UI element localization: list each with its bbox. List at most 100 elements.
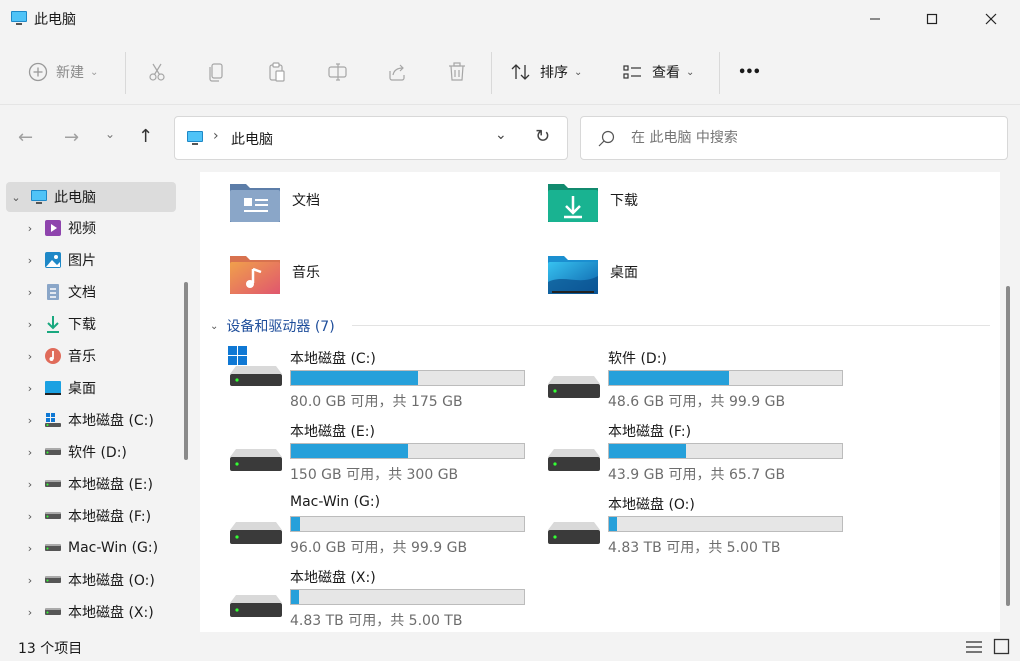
chevron-right-icon[interactable]: ›: [22, 574, 38, 587]
window-title: 此电脑: [34, 12, 76, 28]
drive-name: 本地磁盘 (C:): [290, 351, 376, 367]
view-button[interactable]: 查看 ⌄: [622, 40, 694, 104]
devices-section-header[interactable]: ⌄ 设备和驱动器 (7): [210, 316, 335, 336]
address-path[interactable]: 此电脑: [231, 129, 273, 149]
chevron-right-icon[interactable]: ›: [22, 510, 38, 523]
search-input[interactable]: [629, 126, 993, 150]
chevron-right-icon[interactable]: ›: [22, 350, 38, 363]
sidebar-item[interactable]: › 本地磁盘 (E:): [6, 469, 176, 499]
arrow-right-icon: →: [64, 127, 80, 148]
folder-documents[interactable]: 文档: [228, 180, 320, 224]
drive-icon: [546, 508, 602, 556]
recent-locations-button[interactable]: ⌄: [105, 127, 115, 141]
sidebar-item-label: Mac-Win (G:): [68, 540, 159, 556]
details-view-icon[interactable]: [965, 639, 983, 655]
drive-tile[interactable]: 软件 (D:) 48.6 GB 可用，共 99.9 GB: [518, 348, 843, 412]
folder-desktop[interactable]: 桌面: [546, 252, 638, 296]
sort-button[interactable]: 排序 ⌄: [510, 40, 582, 104]
devices-header-label: 设备和驱动器 (7): [226, 319, 335, 335]
sidebar-item-label: 文档: [68, 285, 96, 301]
chevron-down-icon: ⌄: [574, 66, 583, 78]
drive-usage-bar: [608, 516, 843, 532]
drive-usage-fill: [291, 444, 408, 458]
drive-usage-bar: [290, 589, 525, 605]
chevron-right-icon[interactable]: ›: [22, 318, 38, 331]
tiles-view-icon[interactable]: [993, 638, 1011, 656]
sidebar-scrollbar[interactable]: [184, 282, 188, 460]
sidebar-item[interactable]: › 本地磁盘 (C:): [6, 405, 176, 435]
drive-usage-bar: [290, 370, 525, 386]
address-dropdown-button[interactable]: ⌄: [495, 127, 507, 143]
folder-downloads[interactable]: 下载: [546, 180, 638, 224]
drive-tile[interactable]: 本地磁盘 (C:) 80.0 GB 可用，共 175 GB: [200, 346, 525, 412]
sidebar-item[interactable]: › 图片: [6, 245, 176, 275]
more-button[interactable]: •••: [738, 40, 761, 104]
new-button[interactable]: 新建 ⌄: [28, 40, 98, 104]
drive-tile[interactable]: Mac-Win (G:) 96.0 GB 可用，共 99.9 GB: [200, 494, 525, 558]
paste-button[interactable]: [267, 40, 287, 104]
chevron-right-icon[interactable]: ›: [22, 286, 38, 299]
chevron-down-icon[interactable]: ⌄: [8, 191, 24, 204]
sidebar-item[interactable]: › 桌面: [6, 373, 176, 403]
up-button[interactable]: ↑: [138, 126, 153, 147]
drive-icon: [44, 603, 62, 621]
drive-icon: [44, 571, 62, 589]
drive-icon: [44, 507, 62, 525]
sidebar-item[interactable]: › 本地磁盘 (X:): [6, 597, 176, 627]
close-button[interactable]: [962, 0, 1020, 38]
sidebar-item[interactable]: › 视频: [6, 213, 176, 243]
chevron-right-icon[interactable]: ›: [22, 446, 38, 459]
maximize-icon: [926, 13, 938, 25]
drive-free-space: 80.0 GB 可用，共 175 GB: [290, 394, 463, 410]
drive-tile[interactable]: 本地磁盘 (E:) 150 GB 可用，共 300 GB: [200, 421, 525, 485]
drive-tile[interactable]: 本地磁盘 (X:) 4.83 TB 可用，共 5.00 TB: [200, 567, 525, 631]
drive-usage-fill: [291, 517, 301, 531]
drive-tile[interactable]: 本地磁盘 (F:) 43.9 GB 可用，共 65.7 GB: [518, 421, 843, 485]
copy-button[interactable]: [207, 40, 227, 104]
chevron-right-icon[interactable]: ›: [22, 382, 38, 395]
delete-button[interactable]: [447, 40, 467, 104]
folder-music[interactable]: 音乐: [228, 252, 320, 296]
chevron-right-icon[interactable]: ›: [22, 606, 38, 619]
drive-usage-fill: [291, 371, 418, 385]
status-bar: 13 个项目: [0, 632, 1020, 661]
rename-button[interactable]: [327, 40, 349, 104]
back-button[interactable]: ←: [18, 127, 33, 148]
minimize-button[interactable]: [846, 0, 904, 38]
chevron-right-icon[interactable]: ›: [22, 414, 38, 427]
share-button[interactable]: [387, 40, 407, 104]
sidebar-item[interactable]: › 文档: [6, 277, 176, 307]
sidebar-item[interactable]: › 本地磁盘 (O:): [6, 565, 176, 595]
chevron-right-icon[interactable]: ›: [22, 478, 38, 491]
drive-free-space: 4.83 TB 可用，共 5.00 TB: [608, 540, 781, 556]
cut-button[interactable]: [147, 40, 167, 104]
chevron-right-icon[interactable]: ›: [22, 254, 38, 267]
divider: [719, 52, 720, 94]
drive-usage-fill: [609, 371, 729, 385]
desktop-icon: [44, 379, 62, 397]
search-box[interactable]: [580, 116, 1008, 160]
sort-icon: [511, 64, 530, 80]
sidebar-item[interactable]: › 软件 (D:): [6, 437, 176, 467]
forward-button[interactable]: →: [64, 127, 79, 148]
documents-folder-icon: [230, 184, 280, 222]
navigation-bar: ← → ⌄ ↑ › 此电脑 ⌄ ↻: [0, 105, 1020, 171]
address-bar[interactable]: › 此电脑 ⌄ ↻: [174, 116, 568, 160]
sidebar-item[interactable]: ⌄ 此电脑: [6, 182, 176, 212]
sidebar-item-label: 软件 (D:): [68, 445, 127, 461]
sidebar-item[interactable]: › 下载: [6, 309, 176, 339]
drive-tile[interactable]: 本地磁盘 (O:) 4.83 TB 可用，共 5.00 TB: [518, 494, 843, 558]
content-scrollbar[interactable]: [1006, 286, 1010, 606]
chevron-right-icon[interactable]: ›: [22, 542, 38, 555]
title-bar: 此电脑: [0, 0, 1020, 38]
refresh-button[interactable]: ↻: [535, 126, 550, 147]
sidebar-item[interactable]: › 音乐: [6, 341, 176, 371]
paste-icon: [269, 62, 285, 82]
chevron-down-icon: ⌄: [90, 66, 99, 78]
sidebar-item[interactable]: › 本地磁盘 (F:): [6, 501, 176, 531]
drive-usage-bar: [608, 370, 843, 386]
maximize-button[interactable]: [903, 0, 961, 38]
drive-name: 本地磁盘 (F:): [608, 424, 692, 440]
chevron-right-icon[interactable]: ›: [22, 222, 38, 235]
sidebar-item[interactable]: › Mac-Win (G:): [6, 533, 176, 563]
